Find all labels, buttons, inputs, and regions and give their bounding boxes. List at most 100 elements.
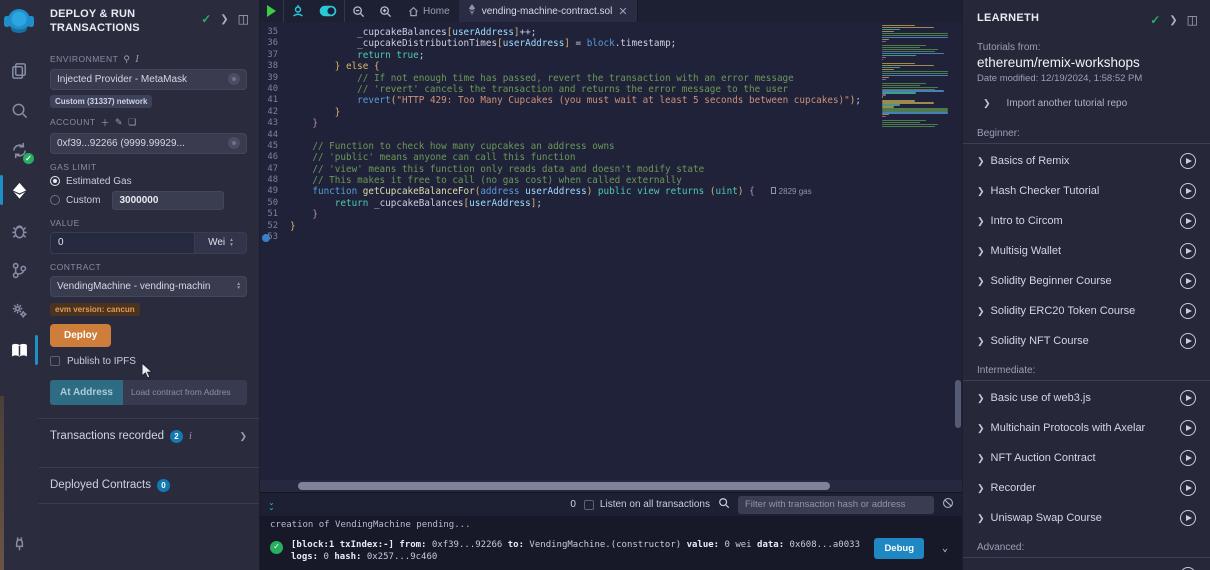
play-tutorial-button[interactable] <box>1180 303 1196 319</box>
custom-gas-input[interactable]: 3000000 <box>112 191 224 210</box>
remix-ai-icon[interactable] <box>284 0 312 22</box>
remix-logo[interactable] <box>4 6 34 36</box>
play-tutorial-button[interactable] <box>1180 510 1196 526</box>
clear-console-icon[interactable] <box>942 497 954 512</box>
transactions-recorded-section[interactable]: Transactions recorded 2 i ❯ <box>38 418 259 454</box>
play-tutorial-button[interactable] <box>1180 273 1196 289</box>
line-number[interactable]: 44 <box>260 130 290 141</box>
line-number[interactable]: 48 <box>260 175 290 186</box>
search-icon[interactable] <box>0 90 38 130</box>
close-tab-icon[interactable]: ✕ <box>618 5 627 18</box>
line-number[interactable]: 45 <box>260 141 290 152</box>
panel-layout-icon[interactable]: ◫ <box>1187 13 1198 27</box>
line-number[interactable]: 41 <box>260 95 290 106</box>
info-icon[interactable]: i <box>189 431 192 442</box>
play-tutorial-button[interactable] <box>1180 333 1196 349</box>
line-number[interactable]: 35 <box>260 27 290 38</box>
editor-horizontal-scrollbar[interactable] <box>260 480 962 492</box>
custom-gas-option[interactable]: Custom 3000000 <box>50 191 247 210</box>
line-number[interactable]: 42 <box>260 107 290 118</box>
zoom-out-icon[interactable] <box>345 0 372 22</box>
solidity-compiler-icon[interactable]: ✓ <box>0 130 38 170</box>
debugger-icon[interactable] <box>0 210 38 250</box>
file-explorer-icon[interactable] <box>0 50 38 90</box>
expand-terminal-icon[interactable]: ⌄⌄ <box>268 500 275 510</box>
tutorial-item-multisig-wallet[interactable]: ❯Multisig Wallet <box>963 236 1210 266</box>
terminal-filter-input[interactable]: Filter with transaction hash or address <box>738 496 934 514</box>
home-tab[interactable]: Home <box>399 0 459 22</box>
tutorial-item-uniswap-swap-course[interactable]: ❯Uniswap Swap Course <box>963 503 1210 533</box>
tutorial-item-basics-of-remix[interactable]: ❯Basics of Remix <box>963 146 1210 176</box>
line-number[interactable]: 46 <box>260 152 290 163</box>
expand-tx-icon[interactable]: ⌄ <box>942 543 948 554</box>
account-select[interactable]: 0xf39...92266 (9999.99929... <box>50 133 247 154</box>
chevron-right-icon[interactable]: ❯ <box>239 431 247 442</box>
play-tutorial-button[interactable] <box>1180 390 1196 406</box>
estimated-gas-option[interactable]: Estimated Gas <box>50 176 247 187</box>
contract-select[interactable]: VendingMachine - vending-machin ▴▾ <box>50 276 247 297</box>
play-tutorial-button[interactable] <box>1180 420 1196 436</box>
tutorial-item-hash-checker-tutorial[interactable]: ❯Hash Checker Tutorial <box>963 176 1210 206</box>
code-editor[interactable]: 35 _cupcakeBalances[userAddress]++;36 _c… <box>260 22 962 480</box>
copy-account-icon[interactable]: ❏ <box>128 117 137 128</box>
custom-gas-radio[interactable] <box>50 195 60 205</box>
minimap[interactable] <box>882 25 950 128</box>
line-number[interactable]: 38 <box>260 61 290 72</box>
plugin-manager-icon[interactable] <box>0 524 38 564</box>
sign-message-icon[interactable]: ✎ <box>115 117 123 128</box>
tutorial-item-intro-to-circom[interactable]: ❯Intro to Circom <box>963 206 1210 236</box>
tutorial-item-solidity-nft-course[interactable]: ❯Solidity NFT Course <box>963 326 1210 356</box>
line-number[interactable]: 40 <box>260 84 290 95</box>
deploy-button[interactable]: Deploy <box>50 324 111 347</box>
listen-all-option[interactable]: Listen on all transactions <box>584 499 710 510</box>
line-number[interactable]: 52 <box>260 221 290 232</box>
zoom-in-icon[interactable] <box>372 0 399 22</box>
play-tutorial-button[interactable] <box>1180 213 1196 229</box>
play-tutorial-button[interactable] <box>1180 183 1196 199</box>
line-number[interactable]: 47 <box>260 164 290 175</box>
at-address-input[interactable]: Load contract from Addres <box>123 380 247 405</box>
line-number[interactable]: 51 <box>260 209 290 220</box>
tutorial-item-all-about-proxy-contracts[interactable]: ❯All about Proxy Contracts <box>963 560 1210 570</box>
listen-all-checkbox[interactable] <box>584 500 594 510</box>
tutorial-item-solidity-beginner-course[interactable]: ❯Solidity Beginner Course <box>963 266 1210 296</box>
line-number[interactable]: 43 <box>260 118 290 129</box>
transaction-log-row[interactable]: ✓ [block:1 txIndex:-] from: 0xf39...9226… <box>270 539 962 563</box>
import-tutorial-repo[interactable]: ❯ Import another tutorial repo <box>963 86 1210 119</box>
environment-select[interactable]: Injected Provider - MetaMask <box>50 69 247 90</box>
play-tutorial-button[interactable] <box>1180 153 1196 169</box>
plug-icon[interactable]: ⚲ <box>123 54 130 65</box>
tab-vending-machine-contract[interactable]: vending-machine-contract.sol ✕ <box>459 0 638 22</box>
line-number[interactable]: 36 <box>260 38 290 49</box>
panel-layout-icon[interactable]: ◫ <box>238 12 249 26</box>
line-number[interactable]: 49 <box>260 186 290 197</box>
line-number[interactable]: 39 <box>260 73 290 84</box>
learneth-icon[interactable] <box>0 330 38 370</box>
tutorial-item-nft-auction-contract[interactable]: ❯NFT Auction Contract <box>963 443 1210 473</box>
estimated-gas-radio[interactable] <box>50 176 60 186</box>
value-input[interactable]: 0 <box>50 232 195 254</box>
panel-collapse-icon[interactable]: ❯ <box>1169 15 1177 26</box>
ai-toggle-icon[interactable] <box>312 0 344 22</box>
tutorial-item-basic-use-of-web3-js[interactable]: ❯Basic use of web3.js <box>963 383 1210 413</box>
deployed-contracts-section[interactable]: Deployed Contracts 0 <box>38 467 259 504</box>
settings-icon[interactable] <box>0 290 38 330</box>
play-tutorial-button[interactable] <box>1180 450 1196 466</box>
tutorial-item-solidity-erc20-token-course[interactable]: ❯Solidity ERC20 Token Course <box>963 296 1210 326</box>
debug-button[interactable]: Debug <box>874 538 924 559</box>
info-icon[interactable]: i <box>135 54 139 65</box>
play-tutorial-button[interactable] <box>1180 480 1196 496</box>
tutorial-item-recorder[interactable]: ❯Recorder <box>963 473 1210 503</box>
editor-vertical-scrollbar[interactable] <box>955 380 961 428</box>
terminal-log-area[interactable]: creation of VendingMachine pending... ✓ … <box>260 516 962 570</box>
run-script-icon[interactable] <box>260 0 283 22</box>
git-icon[interactable] <box>0 250 38 290</box>
scrollbar-thumb[interactable] <box>298 482 830 490</box>
line-number[interactable]: 50 <box>260 198 290 209</box>
publish-ipfs-checkbox[interactable] <box>50 356 60 366</box>
at-address-button[interactable]: At Address <box>50 380 123 405</box>
value-unit-select[interactable]: Wei ▴▾ <box>195 232 247 254</box>
deploy-run-icon[interactable] <box>0 170 38 210</box>
play-tutorial-button[interactable] <box>1180 243 1196 259</box>
panel-collapse-icon[interactable]: ❯ <box>220 14 228 25</box>
